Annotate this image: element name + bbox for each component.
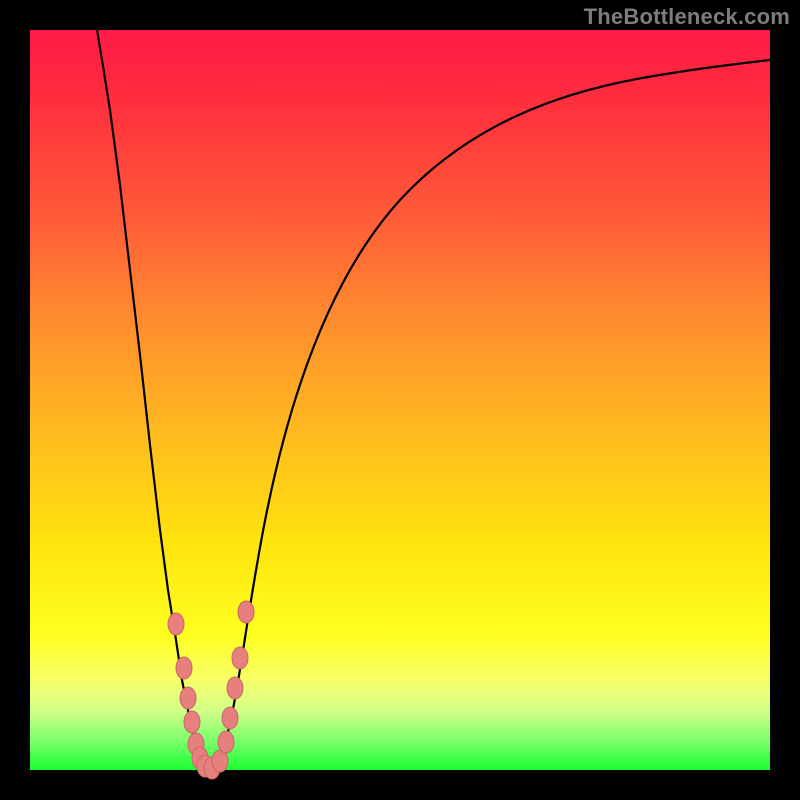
plot-area	[30, 30, 770, 770]
chart-frame: TheBottleneck.com	[0, 0, 800, 800]
watermark-label: TheBottleneck.com	[584, 4, 790, 30]
